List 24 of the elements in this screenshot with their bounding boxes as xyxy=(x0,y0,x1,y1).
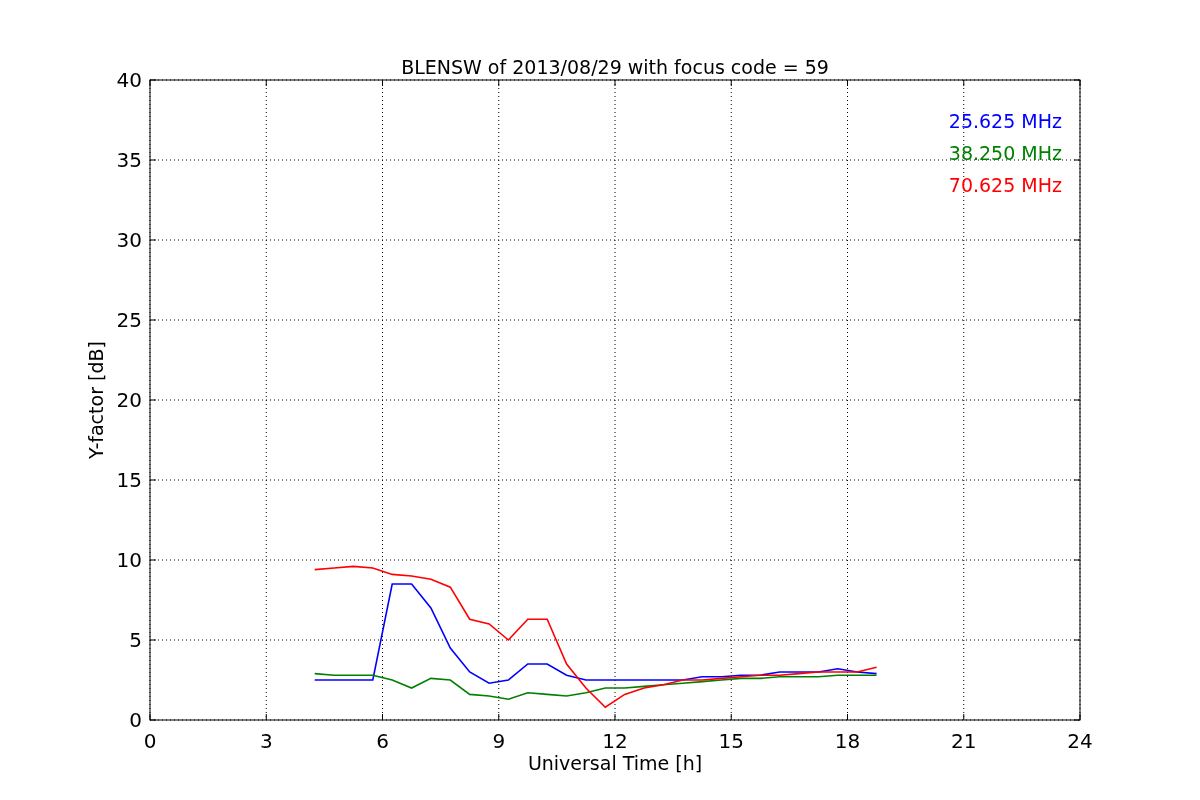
y-axis-label: Y-factor [dB] xyxy=(85,341,107,459)
x-tick-label: 18 xyxy=(834,729,861,753)
chart-title: BLENSW of 2013/08/29 with focus code = 59 xyxy=(401,56,829,78)
y-tick-label: 0 xyxy=(129,708,142,732)
x-tick-label: 3 xyxy=(259,729,273,753)
legend-label: 38.250 MHz xyxy=(948,142,1062,164)
x-tick-label: 15 xyxy=(718,729,744,753)
legend-label: 25.625 MHz xyxy=(948,110,1062,132)
y-tick-label: 10 xyxy=(116,548,142,572)
legend-label: 70.625 MHz xyxy=(948,174,1062,196)
y-tick-label: 15 xyxy=(116,468,142,492)
y-tick-label: 5 xyxy=(129,628,142,652)
y-tick-label: 35 xyxy=(116,148,142,172)
y-tick-label: 30 xyxy=(116,228,142,252)
x-tick-label: 6 xyxy=(376,729,389,753)
x-tick-label: 12 xyxy=(602,729,628,753)
y-tick-label: 20 xyxy=(116,388,142,412)
x-tick-label: 24 xyxy=(1067,729,1093,753)
y-tick-label: 40 xyxy=(116,68,142,92)
x-tick-label: 9 xyxy=(492,729,506,753)
x-axis-label: Universal Time [h] xyxy=(527,752,703,774)
x-tick-label: 0 xyxy=(143,729,157,753)
y-tick-label: 25 xyxy=(116,308,142,332)
x-tick-label: 21 xyxy=(951,729,977,753)
